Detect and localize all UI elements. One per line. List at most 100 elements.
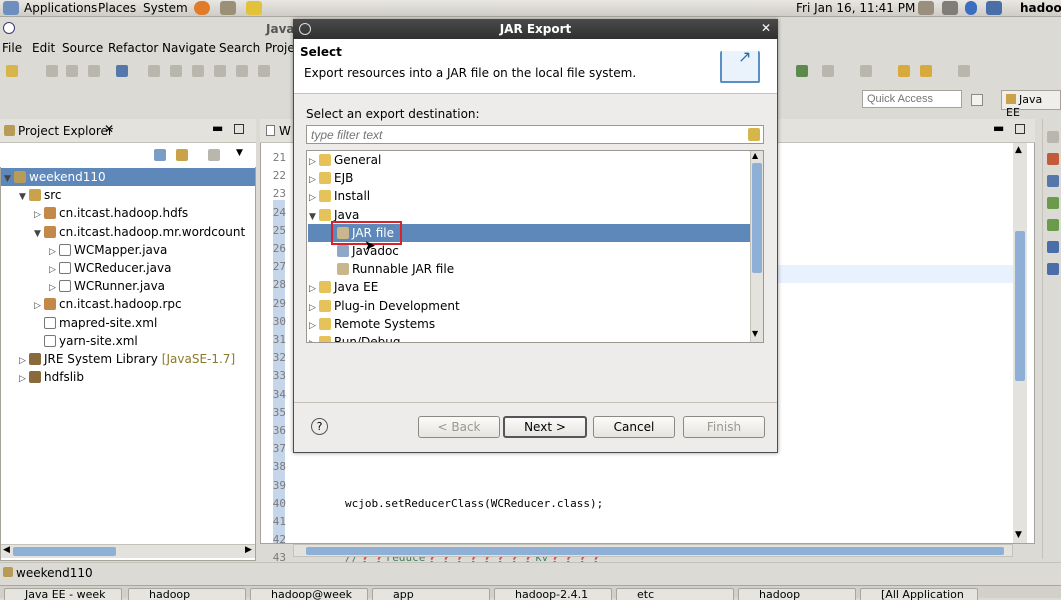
destination-tree-item[interactable]: ▷ Remote Systems [309,315,435,333]
network-icon[interactable] [986,1,1002,15]
user-name[interactable]: hadoop [1020,1,1061,15]
editor-minimize-icon[interactable]: ▬ [993,121,1004,135]
hierarchy-icon[interactable] [1047,197,1059,209]
editor-hscroll-thumb[interactable] [306,547,1004,555]
taskbar-item[interactable]: hadoop [128,588,246,600]
filter-input[interactable] [306,125,764,144]
project-tree-item[interactable]: mapred-site.xml [34,314,157,332]
project-tree-item[interactable]: ▷ hdfslib [19,368,84,386]
applications-menu[interactable]: Applications [24,1,97,15]
destination-tree-item[interactable]: Runnable JAR file [327,260,454,278]
editor-tab-label[interactable]: W [279,124,291,138]
collapse-all-icon[interactable] [154,149,166,161]
expanded-triangle-icon[interactable]: ▼ [4,170,14,188]
scroll-right-icon[interactable]: ▶ [245,545,252,555]
volume-icon[interactable] [942,1,958,15]
taskbar-item[interactable]: Java EE - week [4,588,122,600]
mail-icon[interactable] [220,1,236,15]
open-perspective-icon[interactable] [971,94,983,106]
menu-search[interactable]: Search [219,41,260,55]
servers-icon[interactable] [1047,219,1059,231]
project-explorer-scrollbar[interactable]: ◀ ▶ [1,544,255,558]
data-source-icon[interactable] [1047,263,1059,275]
menu-edit[interactable]: Edit [32,41,55,55]
project-tree-item[interactable]: ▼ cn.itcast.hadoop.mr.wordcount [34,223,245,241]
next-button[interactable]: Next > [503,416,587,438]
bluetooth-icon[interactable] [965,1,977,15]
view-menu-icon[interactable]: ▼ [236,148,243,158]
project-tree-item[interactable]: ▼ src [19,186,62,204]
maximize-icon[interactable] [234,124,244,134]
expanded-triangle-icon[interactable]: ▼ [34,225,44,243]
destination-tree-item[interactable]: ▷ General [309,151,381,169]
dialog-close-icon[interactable]: ✕ [761,21,771,35]
project-tree-item[interactable]: ▷ cn.itcast.hadoop.hdfs [34,204,188,222]
menu-navigate[interactable]: Navigate [162,41,216,55]
scroll-left-icon[interactable]: ◀ [3,545,10,555]
project-tree-item[interactable]: ▼ weekend110 [1,168,255,186]
next-annotation-icon[interactable] [822,65,834,77]
project-tree-item[interactable]: ▷ WCRunner.java [49,277,165,295]
destination-tree-item[interactable]: ▷ Install [309,187,370,205]
menu-file[interactable]: File [2,41,22,55]
run-icon[interactable] [148,65,160,77]
taskbar-item[interactable]: etc [616,588,734,600]
save-icon[interactable] [46,65,58,77]
destination-tree-item[interactable]: ▷ Plug-in Development [309,297,460,315]
back-icon[interactable] [920,65,932,77]
tree-scroll-up-icon[interactable]: ▲ [752,151,758,160]
print-icon[interactable] [88,65,100,77]
disconnect-icon[interactable] [214,65,226,77]
step-into-icon[interactable] [236,65,248,77]
system-menu[interactable]: System [143,1,188,15]
editor-horizontal-scrollbar[interactable] [293,544,1013,557]
collapsed-triangle-icon[interactable]: ▷ [309,335,319,342]
finish-button[interactable]: Finish [683,416,765,438]
notes-icon[interactable] [246,1,262,15]
step-over-icon[interactable] [258,65,270,77]
menu-refactor[interactable]: Refactor [108,41,158,55]
taskbar-item[interactable]: hadoop@week [250,588,368,600]
taskbar-item[interactable]: hadoop [738,588,856,600]
places-menu[interactable]: Places [98,1,136,15]
link-editor-icon[interactable] [176,149,188,161]
project-tree-item[interactable]: ▷ WCReducer.java [49,259,171,277]
focus-icon[interactable] [208,149,220,161]
destination-tree-item[interactable]: ▷ Run/Debug [309,333,401,342]
clock[interactable]: Fri Jan 16, 11:41 PM [796,1,915,15]
destination-tree-item[interactable]: ▷ Java EE [309,278,378,296]
console-icon[interactable] [1047,241,1059,253]
destination-tree-scrollbar[interactable]: ▲ ▼ [750,151,763,342]
editor-maximize-icon[interactable] [1015,124,1025,134]
applications-icon[interactable] [3,1,19,15]
outline-icon[interactable] [1047,131,1059,143]
collapsed-triangle-icon[interactable]: ▷ [19,370,29,388]
firefox-icon[interactable] [194,1,210,15]
editor-vertical-scrollbar[interactable]: ▲ ▼ [1013,143,1027,543]
taskbar-item[interactable]: [All Application [860,588,978,600]
project-tree-item[interactable]: ▷ cn.itcast.hadoop.rpc [34,295,182,313]
task-list-icon[interactable] [1047,153,1059,165]
forward-icon[interactable] [958,65,970,77]
last-edit-icon[interactable] [898,65,910,77]
menu-project[interactable]: Proje [265,41,295,55]
perspective-java-ee[interactable]: Java EE [1001,90,1061,119]
open-type-icon[interactable] [796,65,808,77]
code-line[interactable]: wcjob.setReducerClass(WCReducer.class); [345,497,603,510]
quick-access-input[interactable] [862,90,962,108]
close-tab-icon[interactable]: ✕ [104,122,114,136]
project-tree-item[interactable]: ▷ JRE System Library [JavaSE-1.7] [19,350,235,368]
project-tree-item[interactable]: ▷ WCMapper.java [49,241,167,259]
tree-scroll-thumb[interactable] [752,163,762,273]
terminate-icon[interactable] [192,65,204,77]
outline-view-icon[interactable] [1047,175,1059,187]
suspend-icon[interactable] [170,65,182,77]
prev-annotation-icon[interactable] [860,65,872,77]
help-icon[interactable]: ? [311,418,328,435]
scroll-up-icon[interactable]: ▲ [1015,145,1022,155]
minimize-icon[interactable]: ▬ [212,121,223,135]
debug-icon[interactable] [116,65,128,77]
expanded-triangle-icon[interactable]: ▼ [19,188,29,206]
destination-tree-item[interactable]: ▷ EJB [309,169,353,187]
scroll-thumb[interactable] [13,547,116,556]
